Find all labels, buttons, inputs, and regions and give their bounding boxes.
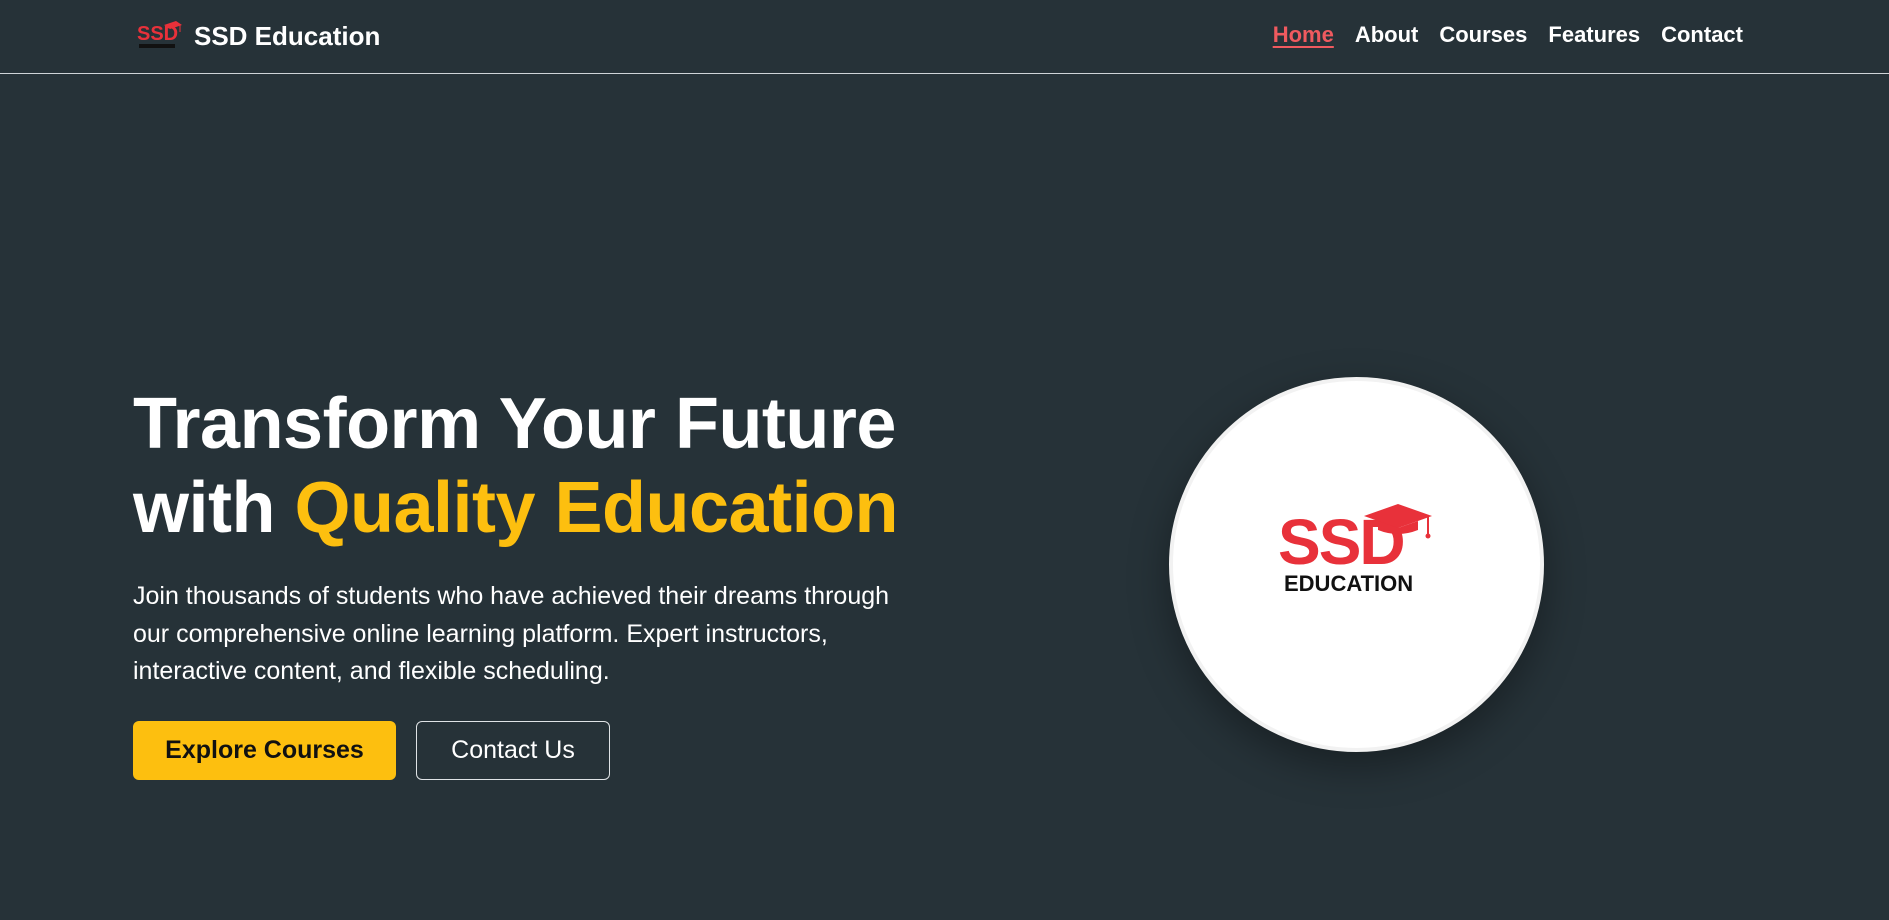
contact-us-button[interactable]: Contact Us xyxy=(416,721,610,780)
explore-courses-button[interactable]: Explore Courses xyxy=(133,721,396,780)
hero-title-line1: Transform Your Future xyxy=(133,384,896,464)
hero-title-accent: Quality Education xyxy=(294,468,899,548)
brand-link[interactable]: SSD SSD Education xyxy=(136,17,380,55)
nav-about[interactable]: About xyxy=(1355,22,1419,47)
brand-name: SSD Education xyxy=(194,20,381,51)
hero-title-prefix: with xyxy=(133,468,295,548)
hero-logo-circle: SSD EDUCATION xyxy=(1169,377,1544,752)
hero-title: Transform Your Future with Quality Educa… xyxy=(133,382,1033,550)
nav-contact[interactable]: Contact xyxy=(1661,22,1743,47)
ssd-education-logo: SSD EDUCATION xyxy=(1278,503,1432,596)
navbar: SSD SSD Education Home About Courses Fea… xyxy=(0,0,1889,74)
logo-education-text: EDUCATION xyxy=(1284,571,1413,596)
brand-logo-icon: SSD xyxy=(137,21,182,48)
nav-menu: Home About Courses Features Contact xyxy=(1273,22,1743,48)
nav-home[interactable]: Home xyxy=(1273,22,1334,47)
nav-courses[interactable]: Courses xyxy=(1439,22,1527,47)
nav-features[interactable]: Features xyxy=(1548,22,1640,47)
hero-description: Join thousands of students who have achi… xyxy=(133,582,890,685)
